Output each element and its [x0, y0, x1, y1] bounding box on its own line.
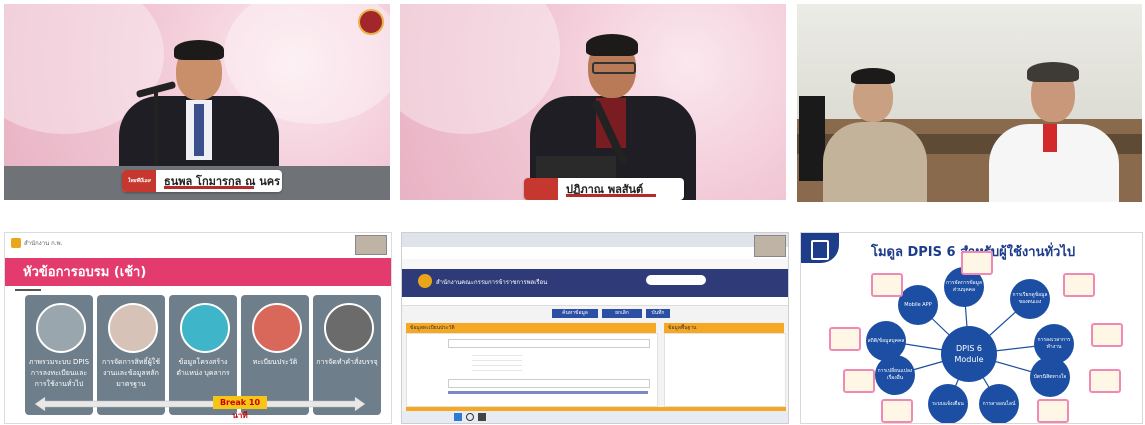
app-header: สำนักงานคณะกรรมการข้าราชการพลเรือน	[402, 269, 788, 297]
name-lower-third: ปฏิภาณ พลสันต์	[524, 178, 684, 200]
channel-badge	[524, 178, 558, 200]
module-mobile-app: Mobile APP	[898, 285, 938, 325]
note-text	[448, 391, 648, 394]
topic-image	[36, 303, 86, 353]
video-tile-1: ไทยพีบีเอส ธนพล โกมารกุล ณ นคร	[4, 4, 390, 200]
select-field-1[interactable]	[448, 339, 650, 348]
section-header-left: ข้อมูลทะเบียนประวัติ	[406, 323, 656, 333]
illustration-icon	[961, 251, 993, 275]
topic-image	[108, 303, 158, 353]
break-label: Break 10 นาที	[213, 396, 267, 420]
illustration-icon	[871, 273, 903, 297]
pip-video	[355, 235, 387, 255]
pip-video	[754, 235, 786, 257]
module-statistics: สถิติ/ข้อมูลบุคคล	[866, 321, 906, 361]
channel-badge: ไทยพีบีเอส	[122, 170, 156, 192]
module-card: บัตรนิสิตทางใจ	[1030, 357, 1070, 397]
module-diagram-tile: โมดูล DPIS 6 สำหรับผู้ใช้งานทั่วไป DPIS …	[800, 232, 1143, 424]
dpis-hub: DPIS 6 Module	[941, 326, 997, 382]
action-button-save[interactable]: บันทึก	[646, 309, 670, 318]
action-button-search[interactable]: ค้นหาข้อมูล	[552, 309, 598, 318]
illustration-icon	[829, 327, 861, 351]
illustration-icon	[1063, 273, 1095, 297]
illustration-icon	[881, 399, 913, 423]
timeline-arrow	[35, 397, 365, 411]
side-panel	[664, 333, 786, 407]
participant-b	[983, 62, 1123, 202]
slide-tile: สำนักงาน ก.พ. หัวข้อการอบรม (เช้า) ภาพรว…	[4, 232, 392, 424]
video-tile-3	[797, 4, 1142, 202]
app-title: สำนักงานคณะกรรมการข้าราชการพลเรือน	[436, 279, 548, 286]
illustration-icon	[1091, 323, 1123, 347]
module-online-leave: การลาออนไลน์	[979, 384, 1019, 423]
module-other-changes: การเปลี่ยนแปลงเรื่องอื่น	[875, 355, 915, 395]
menu-row[interactable]	[402, 297, 788, 306]
illustration-icon	[843, 369, 875, 393]
slide-title: หัวข้อการอบรม (เช้า)	[23, 265, 147, 280]
name-lower-third: ไทยพีบีเอส ธนพล โกมารกุล ณ นคร	[122, 170, 282, 192]
header-label: สำนักงาน ก.พ.	[24, 240, 63, 247]
start-icon[interactable]	[454, 413, 462, 421]
video-tile-2: ปฏิภาณ พลสันต์	[400, 4, 786, 200]
module-notifications: ระบบแจ้งเตือน	[928, 384, 968, 423]
channel-logo-icon	[358, 9, 384, 35]
illustration-icon	[1037, 399, 1069, 423]
browser-tile: สำนักงานคณะกรรมการข้าราชการพลเรือน ค้นหา…	[401, 232, 789, 424]
select-field-2[interactable]	[448, 379, 650, 388]
browser-tabs[interactable]	[402, 233, 788, 247]
taskbar-app-icon[interactable]	[478, 413, 486, 421]
radio-group[interactable]	[472, 351, 522, 373]
illustration-icon	[1089, 369, 1121, 393]
app-logo-icon	[418, 274, 432, 288]
header-logo-icon	[11, 238, 21, 248]
module-view-own-data: การเรียกดูข้อมูลของตนเอง	[1010, 279, 1050, 319]
topic-image	[324, 303, 374, 353]
topic-image	[180, 303, 230, 353]
participant-a	[819, 68, 929, 202]
action-button-cancel[interactable]: ยกเลิก	[602, 309, 642, 318]
section-header-right: ข้อมูลพื้นฐาน	[664, 323, 784, 333]
taskbar[interactable]	[402, 411, 788, 423]
topic-image	[252, 303, 302, 353]
search-icon[interactable]	[466, 413, 474, 421]
search-input[interactable]	[646, 275, 706, 285]
